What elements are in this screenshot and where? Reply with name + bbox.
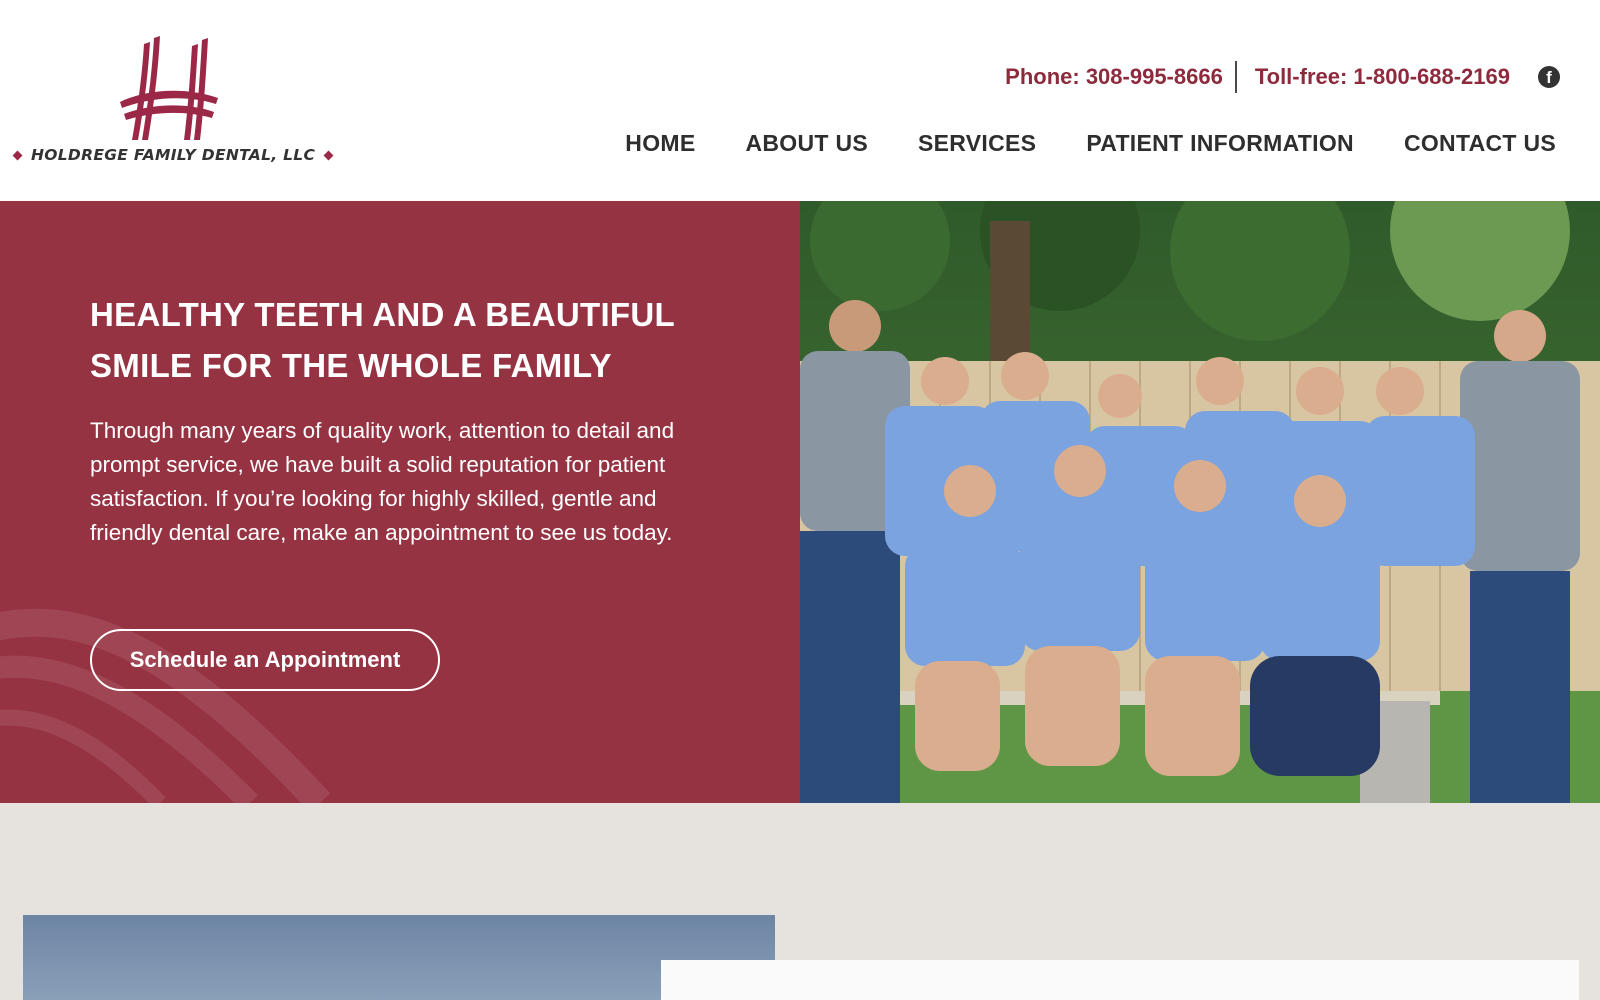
nav-item-services[interactable]: SERVICES [918, 130, 1036, 157]
lower-section [0, 803, 1600, 1000]
lower-section-card [661, 960, 1579, 1000]
contact-bar: Phone: 308-995-8666 Toll-free: 1-800-688… [1005, 60, 1560, 94]
logo-diamond-icon [323, 150, 334, 160]
facebook-icon[interactable]: f [1538, 66, 1560, 88]
hero-panel: HEALTHY TEETH AND A BEAUTIFUL SMILE FOR … [0, 201, 800, 803]
tollfree-link[interactable]: Toll-free: 1-800-688-2169 [1255, 64, 1510, 90]
team-photo-illustration [800, 201, 1600, 803]
logo-h-mark [120, 36, 218, 140]
logo-name: HOLDREGE FAMILY DENTAL, LLC [31, 146, 316, 164]
nav-item-contact-us[interactable]: CONTACT US [1404, 130, 1556, 157]
site-logo[interactable]: HOLDREGE FAMILY DENTAL, LLC [12, 36, 334, 170]
schedule-appointment-button[interactable]: Schedule an Appointment [90, 629, 440, 691]
hero-heading: HEALTHY TEETH AND A BEAUTIFUL SMILE FOR … [90, 296, 675, 384]
logo-diamond-icon [12, 150, 23, 160]
logo-text-row: HOLDREGE FAMILY DENTAL, LLC [12, 143, 334, 167]
hero-body-text: Through many years of quality work, atte… [90, 418, 675, 545]
nav-item-home[interactable]: HOME [625, 130, 695, 157]
nav-item-patient-information[interactable]: PATIENT INFORMATION [1086, 130, 1354, 157]
nav-item-about-us[interactable]: ABOUT US [745, 130, 868, 157]
phone-link[interactable]: Phone: 308-995-8666 [1005, 64, 1223, 90]
contact-divider [1234, 61, 1237, 93]
team-photo [800, 201, 1600, 803]
site-header: HOLDREGE FAMILY DENTAL, LLC Phone: 308-9… [0, 0, 1600, 201]
main-nav: HOME ABOUT US SERVICES PATIENT INFORMATI… [625, 130, 1556, 157]
